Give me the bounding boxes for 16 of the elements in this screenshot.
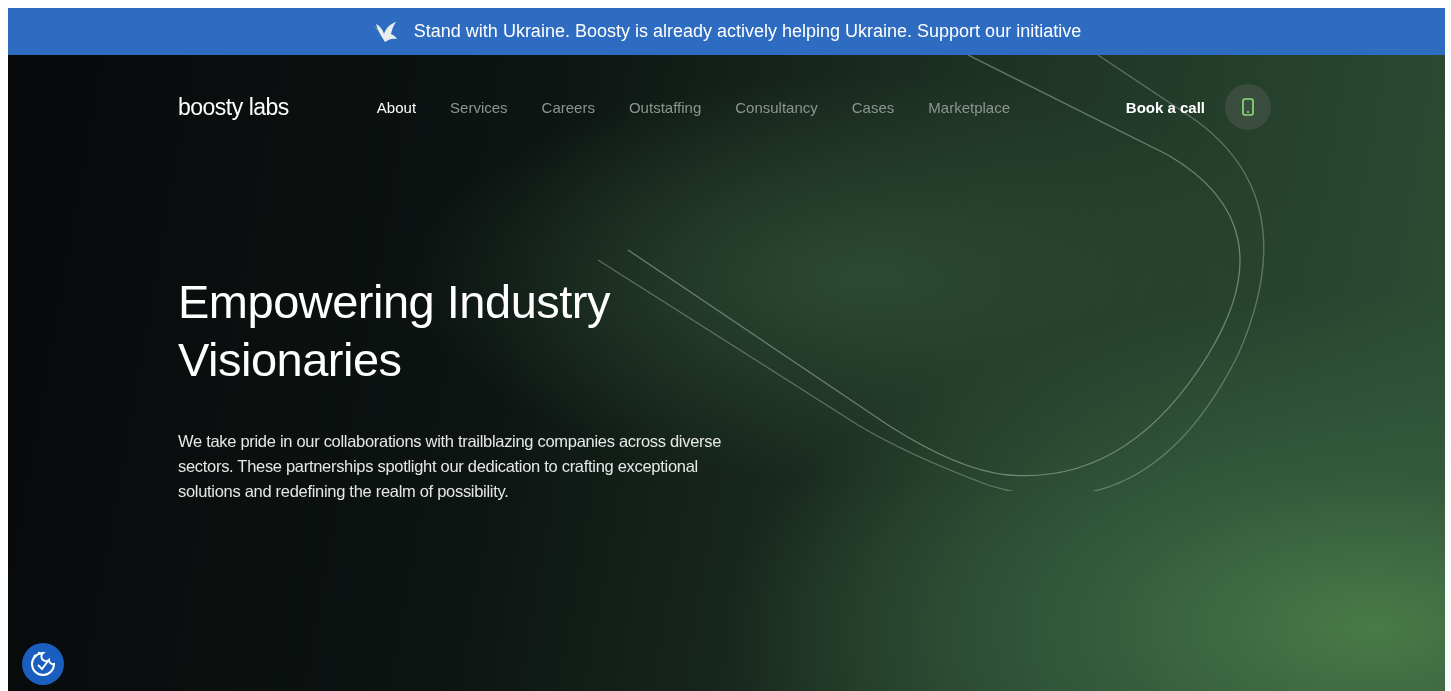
phone-button[interactable] [1225, 84, 1271, 130]
cookie-check-icon [29, 650, 57, 678]
phone-icon [1242, 98, 1254, 116]
hero-description: We take pride in our collaborations with trailblazing companies across diverse sectors. These partnerships spotlight our dedication to crafting exceptional solutions and redefining the realm of possibility. [178, 431, 723, 502]
nav-link[interactable]: Outstaffing [628, 98, 702, 116]
cookie-settings-button[interactable] [22, 643, 64, 685]
hero-title: Empowering Industry Visionaries [178, 274, 612, 388]
nav-link[interactable]: About [376, 98, 417, 116]
nav-link[interactable]: Cases [851, 98, 895, 116]
ukraine-banner[interactable]: Stand with Ukraine. Boosty is already actively helping Ukraine. Support our initiative [8, 8, 1445, 55]
book-call-link[interactable]: Book a call [1125, 98, 1205, 116]
nav-link[interactable]: Marketplace [928, 98, 1010, 116]
logo[interactable]: boosty labs [178, 93, 289, 121]
nav-link[interactable]: Services [450, 98, 508, 116]
nav-link[interactable]: Careers [541, 98, 595, 116]
nav-link[interactable]: Consultancy [735, 98, 818, 116]
